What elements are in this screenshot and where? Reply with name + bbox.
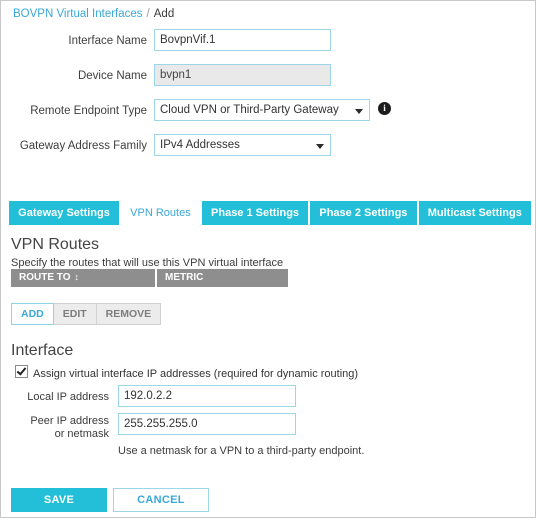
- tab-phase-2-settings[interactable]: Phase 2 Settings: [310, 201, 417, 225]
- assign-virtual-ip-label: Assign virtual interface IP addresses (r…: [33, 368, 359, 380]
- vpn-routes-description: Specify the routes that will use this VP…: [11, 257, 284, 269]
- interface-form: Interface Name Device Name Remote Endpoi…: [1, 27, 535, 167]
- bovpn-virtual-interface-add-page: BOVPN Virtual Interfaces / Add Interface N…: [0, 0, 536, 518]
- form-row-gateway-address-family: Gateway Address Family IPv4 Addresses: [1, 132, 535, 167]
- gateway-address-family-select[interactable]: IPv4 Addresses: [154, 134, 331, 156]
- local-ip-address-input[interactable]: [118, 385, 296, 407]
- label-interface-name: Interface Name: [68, 35, 147, 47]
- peer-ip-address-input[interactable]: [118, 413, 296, 435]
- add-route-button[interactable]: ADD: [11, 303, 54, 325]
- vpn-routes-table-header: ROUTE TO ↕ METRIC: [11, 269, 288, 287]
- interface-section-title: Interface: [11, 342, 74, 359]
- remote-endpoint-type-value: Cloud VPN or Third-Party Gateway: [160, 104, 339, 116]
- column-header-route-to-label: ROUTE TO: [19, 272, 71, 283]
- form-row-interface-name: Interface Name: [1, 27, 535, 62]
- device-name-input: [154, 64, 331, 86]
- remove-route-button: REMOVE: [105, 308, 152, 320]
- column-header-route-to[interactable]: ROUTE TO ↕: [11, 269, 157, 287]
- label-device-name: Device Name: [77, 70, 147, 82]
- breadcrumb-current-add: Add: [153, 8, 175, 20]
- label-peer-ip-address: Peer IP address or netmask: [30, 415, 109, 440]
- assign-virtual-ip-checkbox[interactable]: [15, 365, 28, 378]
- form-row-device-name: Device Name: [1, 62, 535, 97]
- tab-gateway-settings[interactable]: Gateway Settings: [9, 201, 120, 225]
- label-local-ip-address: Local IP address: [27, 391, 109, 403]
- vpn-routes-action-buttons: ADD EDIT REMOVE: [11, 303, 162, 325]
- tab-multicast-settings[interactable]: Multicast Settings: [418, 201, 532, 225]
- label-remote-endpoint-type: Remote Endpoint Type: [30, 105, 147, 117]
- breadcrumb: BOVPN Virtual Interfaces / Add: [13, 8, 174, 20]
- sort-arrows-icon: ↕: [74, 271, 78, 282]
- cancel-button[interactable]: CANCEL: [113, 488, 209, 512]
- assign-virtual-ip-row: Assign virtual interface IP addresses (r…: [15, 365, 358, 380]
- gateway-address-family-value: IPv4 Addresses: [160, 139, 240, 151]
- breadcrumb-separator: /: [146, 8, 150, 20]
- save-button[interactable]: SAVE: [11, 488, 107, 512]
- chevron-down-icon: [355, 109, 363, 114]
- breadcrumb-link-bovpn-virtual-interfaces[interactable]: BOVPN Virtual Interfaces: [13, 8, 143, 20]
- remote-endpoint-type-select[interactable]: Cloud VPN or Third-Party Gateway: [154, 99, 370, 121]
- column-header-metric[interactable]: METRIC: [157, 269, 288, 287]
- form-row-remote-endpoint-type: Remote Endpoint Type Cloud VPN or Third-…: [1, 97, 535, 132]
- vpn-routes-title: VPN Routes: [11, 236, 100, 253]
- interface-name-input[interactable]: [154, 29, 331, 51]
- column-header-metric-label: METRIC: [165, 272, 204, 283]
- tab-vpn-routes[interactable]: VPN Routes: [121, 201, 200, 225]
- edit-route-button: EDIT: [54, 304, 97, 324]
- tab-phase-1-settings[interactable]: Phase 1 Settings: [201, 201, 309, 225]
- label-gateway-address-family: Gateway Address Family: [19, 140, 147, 152]
- chevron-down-icon: [316, 144, 324, 149]
- netmask-hint: Use a netmask for a VPN to a third-party…: [118, 445, 365, 457]
- info-icon[interactable]: i: [378, 102, 391, 115]
- settings-tabs: Gateway Settings VPN Routes Phase 1 Sett…: [9, 201, 532, 225]
